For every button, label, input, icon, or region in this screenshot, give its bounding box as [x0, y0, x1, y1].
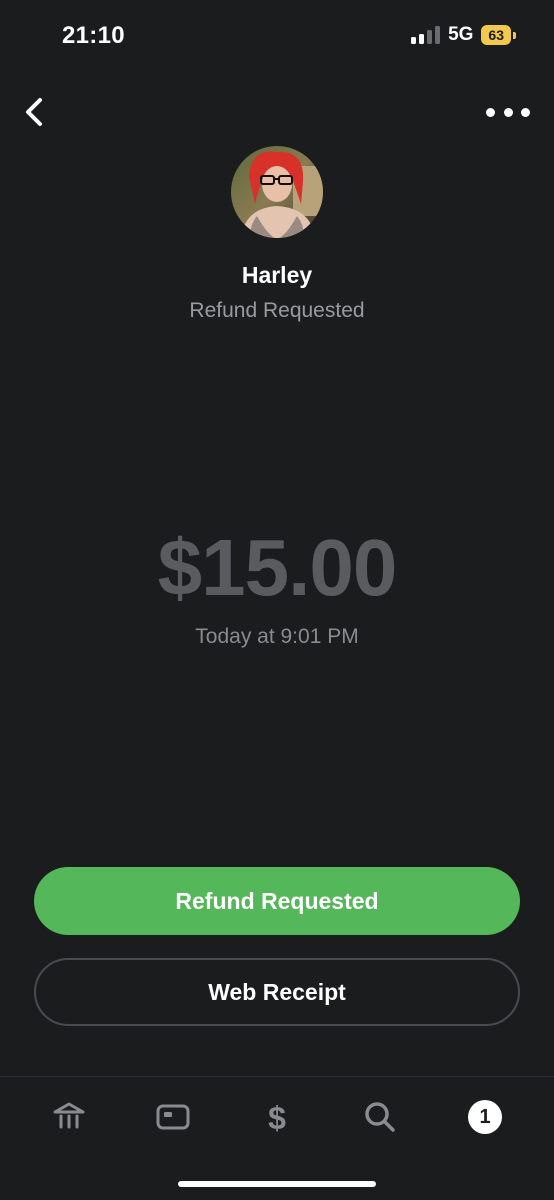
- more-options-button[interactable]: [486, 98, 530, 126]
- avatar: [231, 146, 323, 238]
- payment-amount: $15.00: [157, 523, 398, 612]
- payment-detail-screen: 21:10 5G 63 Harley Refund Requested $15.…: [0, 0, 554, 1200]
- status-indicators: 5G 63: [411, 24, 516, 46]
- more-horizontal-icon: [486, 107, 495, 117]
- tab-search[interactable]: [358, 1095, 402, 1139]
- battery-level: 63: [481, 25, 511, 45]
- payment-timestamp: Today at 9:01 PM: [195, 625, 359, 648]
- chevron-left-icon: [26, 98, 42, 126]
- card-icon: [156, 1104, 190, 1130]
- battery-icon: 63: [481, 25, 516, 45]
- dollar-icon: $: [268, 1100, 286, 1135]
- tab-activity[interactable]: 1: [463, 1095, 507, 1139]
- payment-status: Refund Requested: [189, 299, 365, 322]
- web-receipt-button[interactable]: Web Receipt: [34, 958, 520, 1026]
- recipient-name: Harley: [241, 262, 313, 288]
- refund-requested-button[interactable]: Refund Requested: [34, 867, 520, 935]
- activity-badge: 1: [468, 1100, 502, 1134]
- search-icon: [365, 1102, 395, 1132]
- tab-banking[interactable]: [47, 1095, 91, 1139]
- network-type: 5G: [448, 24, 474, 45]
- svg-text:$: $: [268, 1100, 286, 1135]
- back-button[interactable]: [16, 92, 56, 132]
- bank-icon: [53, 1102, 85, 1129]
- home-indicator[interactable]: [178, 1181, 376, 1187]
- signal-icon: [411, 26, 441, 44]
- status-time: 21:10: [62, 22, 125, 49]
- tab-card[interactable]: [151, 1095, 195, 1139]
- tab-pay[interactable]: $: [255, 1095, 299, 1139]
